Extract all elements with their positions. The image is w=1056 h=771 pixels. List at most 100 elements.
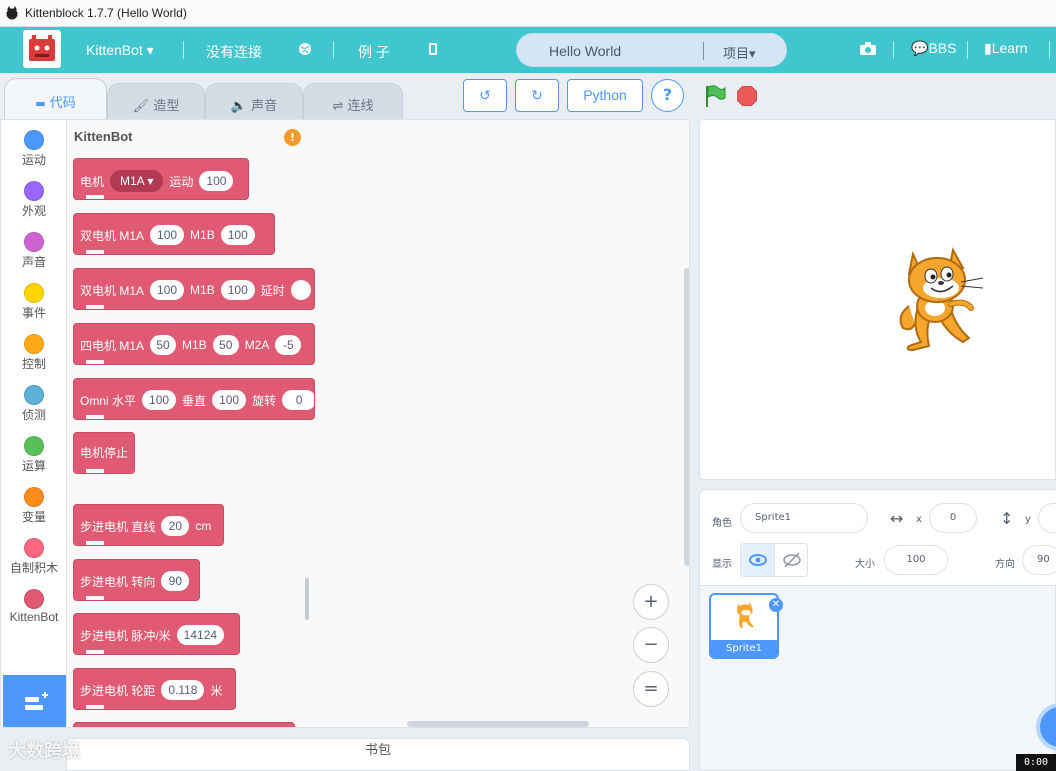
speed-input[interactable]: 100 (150, 280, 185, 300)
block-text: 步进电机 脉冲/米 (80, 628, 171, 643)
sprite-name-input[interactable]: Sprite1 (740, 503, 868, 533)
undo-button[interactable]: ↺ (463, 79, 507, 112)
sprite-tile[interactable]: ✕ Sprite1 (709, 593, 783, 659)
help-button[interactable]: ? (651, 79, 684, 112)
block-motor-stop[interactable]: 电机停止 (73, 432, 135, 474)
project-title-input[interactable]: Hello World (549, 43, 621, 59)
speed-input[interactable]: 50 (212, 335, 239, 355)
horizontal-input[interactable]: 100 (142, 390, 177, 410)
tab-costumes[interactable]: 🖌 造型 (107, 83, 205, 120)
menu-divider (893, 41, 894, 59)
category-operators[interactable]: 运算 (1, 430, 67, 478)
block-stepper-wheelbase[interactable]: 步进电机 轮距 0.118 米 (73, 668, 236, 710)
zoom-reset-button[interactable]: = (633, 671, 669, 707)
block-stepper-turn[interactable]: 步进电机 转向 90 (73, 559, 200, 601)
backpack-header[interactable]: 书包 (66, 738, 690, 771)
hide-button[interactable] (775, 544, 809, 576)
block-motor-run[interactable]: 电机 M1A ▾ 运动 100 (73, 158, 249, 200)
category-sound[interactable]: 声音 (1, 226, 67, 274)
zoom-out-button[interactable]: − (633, 627, 669, 663)
learn-link[interactable]: ▮Learn (984, 40, 1028, 57)
angle-input[interactable]: 90 (161, 571, 190, 591)
distance-input[interactable]: 20 (161, 516, 190, 536)
speed-input[interactable]: 100 (220, 225, 255, 245)
speed-input[interactable]: 100 (220, 280, 255, 300)
block-dual-motor[interactable]: 双电机 M1A 100 M1B 100 (73, 213, 275, 255)
speed-input[interactable]: 100 (150, 225, 185, 245)
tab-connect[interactable]: ⇌ 连线 (303, 83, 403, 120)
eye-icon (749, 554, 767, 566)
firmware-chip-icon[interactable] (428, 42, 438, 59)
add-extension-icon (25, 692, 48, 710)
delete-sprite-icon[interactable]: ✕ (769, 598, 783, 612)
redo-icon: ↻ (531, 87, 543, 103)
scratch-cat-sprite[interactable] (891, 246, 991, 354)
tab-code[interactable]: ▬ 代码 (4, 78, 107, 120)
redo-button[interactable]: ↻ (515, 79, 559, 112)
category-dot (24, 334, 44, 354)
category-kittenbot[interactable]: KittenBot (1, 583, 67, 631)
kittenbot-logo[interactable] (23, 30, 61, 68)
category-sensing[interactable]: 侦测 (1, 379, 67, 427)
workspace-vertical-scrollbar[interactable] (684, 268, 689, 566)
category-dot (24, 538, 44, 558)
wheelbase-input[interactable]: 0.118 (161, 680, 205, 700)
project-menu[interactable]: 项目▾ (723, 43, 756, 62)
book-icon: ▮ (984, 40, 992, 56)
block-text: 旋转 (252, 393, 277, 408)
category-control[interactable]: 控制 (1, 328, 67, 376)
globe-icon[interactable] (298, 42, 312, 59)
speed-input[interactable]: 50 (150, 335, 177, 355)
block-stepper-line[interactable]: 步进电机 直线 20 cm (73, 504, 224, 546)
category-looks[interactable]: 外观 (1, 175, 67, 223)
vertical-input[interactable]: 100 (212, 390, 247, 410)
stop-sign-icon[interactable] (737, 86, 757, 106)
board-menu[interactable]: KittenBot ▾ (86, 42, 154, 59)
size-input[interactable]: 100 (884, 545, 948, 575)
block-dual-motor-delay[interactable]: 双电机 M1A 100 M1B 100 延时 (73, 268, 315, 310)
camera-icon[interactable] (860, 42, 876, 58)
rotate-input[interactable]: 0 (282, 390, 314, 410)
speed-input[interactable]: 100 (199, 171, 234, 191)
zoom-in-button[interactable]: + (633, 584, 669, 620)
block-quad-motor[interactable]: 四电机 M1A 50 M1B 50 M2A -5 (73, 323, 315, 365)
palette-scrollbar[interactable] (305, 578, 309, 620)
block-text: 双电机 M1A (80, 228, 145, 243)
palette-category-title: KittenBot (74, 129, 133, 144)
block-text: M1B (190, 228, 215, 242)
block-omni[interactable]: Omni 水平 100 垂直 100 旋转 0 (73, 378, 315, 420)
block-partial[interactable] (73, 722, 295, 727)
tab-costumes-label: 造型 (153, 99, 180, 114)
bbs-link[interactable]: 💬BBS (911, 40, 956, 57)
python-button[interactable]: Python (567, 79, 643, 112)
y-position-input[interactable] (1038, 503, 1056, 533)
block-text: 步进电机 直线 (80, 519, 156, 534)
category-my-blocks[interactable]: 自制积木 (1, 532, 67, 580)
show-button[interactable] (741, 544, 775, 576)
category-motion[interactable]: 运动 (1, 124, 67, 172)
x-label: x (916, 514, 922, 525)
delay-input[interactable] (290, 280, 311, 300)
examples-menu[interactable]: 例 子 (358, 42, 390, 62)
paintbrush-icon: 🖌 (132, 99, 150, 114)
workspace-horizontal-scrollbar[interactable] (407, 721, 589, 727)
category-events[interactable]: 事件 (1, 277, 67, 325)
x-position-input[interactable]: 0 (929, 503, 977, 533)
block-text: 垂直 (182, 393, 207, 408)
add-extension-button[interactable] (3, 675, 66, 727)
warning-icon[interactable]: ! (284, 129, 301, 146)
tab-sounds[interactable]: 🔈 声音 (205, 83, 303, 120)
stage[interactable] (699, 119, 1056, 480)
category-variables[interactable]: 变量 (1, 481, 67, 529)
speed-input[interactable]: -5 (275, 335, 302, 355)
block-stepper-ppm[interactable]: 步进电机 脉冲/米 14124 (73, 613, 240, 655)
motor-select-dropdown[interactable]: M1A ▾ (110, 170, 164, 192)
menu-divider (1049, 41, 1050, 59)
menu-divider (333, 41, 334, 59)
direction-input[interactable]: 90 (1022, 545, 1056, 575)
code-blocks-icon: ▬ (35, 97, 46, 110)
project-divider (703, 42, 704, 60)
connection-menu[interactable]: 没有连接 (206, 42, 262, 62)
green-flag-icon[interactable] (704, 84, 726, 108)
pulse-input[interactable]: 14124 (176, 625, 225, 645)
